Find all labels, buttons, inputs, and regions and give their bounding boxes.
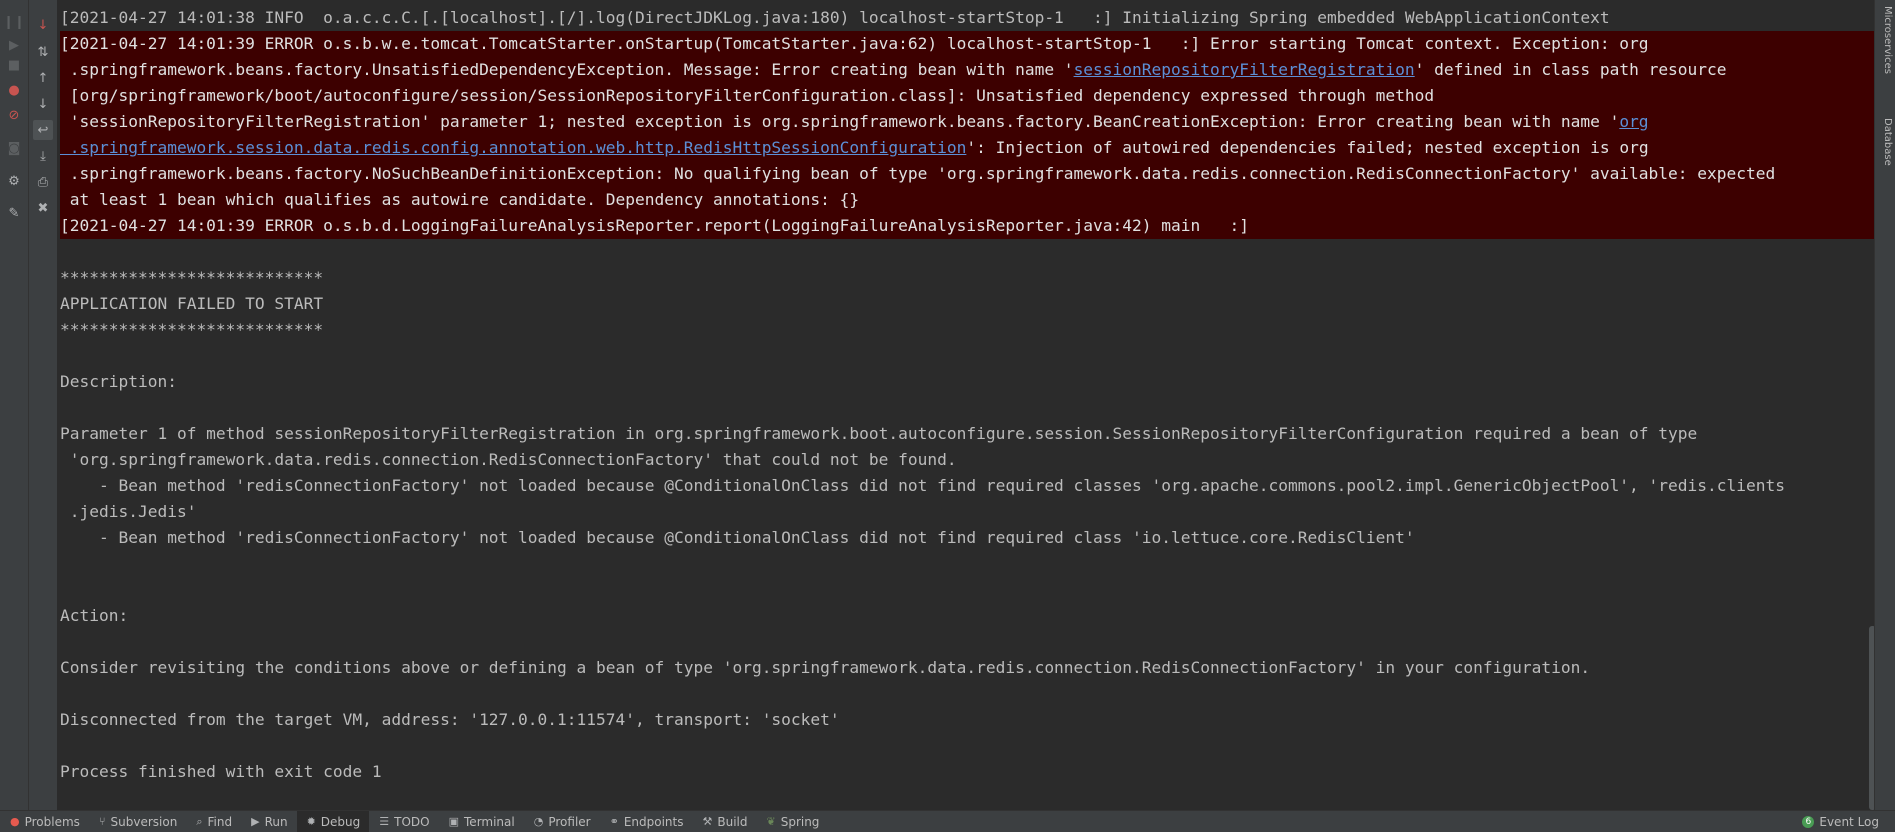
description-label: Description: [60,372,177,391]
disconnect-message: Disconnected from the target VM, address… [60,710,840,729]
spring-leaf-icon: ❦ [766,815,776,828]
hammer-icon: ⚒ [702,815,713,828]
stars-line: *************************** [60,268,324,287]
tab-database[interactable]: Database [1882,118,1893,166]
tab-todo[interactable]: ☰ TODO [369,811,438,832]
clear-all-icon[interactable]: ✖ [33,198,53,218]
description-text: Parameter 1 of method sessionRepositoryF… [60,424,1698,443]
bean-method-note: - Bean method 'redisConnectionFactory' n… [60,476,1785,495]
pin-tab-icon[interactable]: ✎ [4,203,24,223]
error-block-tomcat: [2021-04-27 14:01:39 ERROR o.s.b.w.e.tom… [60,31,1875,239]
log-line-error-cont: 'sessionRepositoryFilterRegistration' pa… [60,112,1649,131]
log-line-error-cont: [org/springframework/boot/autoconfigure/… [60,86,1435,105]
soft-wrap-icon[interactable]: ↩ [33,120,53,140]
tab-subversion[interactable]: ⑂ Subversion [89,811,186,832]
run-icon: ▶ [251,815,260,828]
log-line-error-cont: at least 1 bean which qualifies as autow… [60,190,860,209]
scroll-to-end-icon[interactable]: ⤓ [33,146,53,166]
terminal-icon: ▣ [448,815,460,828]
right-tool-strip: Microservices Database [1874,0,1895,810]
tab-microservices[interactable]: Microservices [1882,6,1893,74]
get-thread-dump-icon[interactable]: ◙ [4,138,24,158]
debug-toolbar-primary: ❙❙ ▶ ■ ● ⊘ ◙ ⚙ ✎ [0,0,29,810]
search-icon: ⌕ [196,814,203,828]
class-link[interactable]: sessionRepositoryFilterRegistration [1074,60,1415,79]
action-text: Consider revisiting the conditions above… [60,658,1591,677]
endpoints-icon: ⚭ [609,815,619,828]
tab-build[interactable]: ⚒ Build [692,811,756,832]
class-link[interactable]: org [1619,112,1648,131]
bean-method-note: .jedis.Jedis' [60,502,197,521]
tab-endpoints[interactable]: ⚭ Endpoints [600,811,693,832]
tab-debug[interactable]: ✹ Debug [296,811,370,832]
tab-terminal[interactable]: ▣ Terminal [439,811,524,832]
console-output[interactable]: [2021-04-27 14:01:38 INFO o.a.c.c.C.[.[l… [60,0,1875,810]
stop-icon[interactable]: ■ [4,55,24,75]
stars-line: *************************** [60,320,324,339]
tab-problems[interactable]: ● Problems [0,811,89,832]
log-line-info: [2021-04-27 14:01:38 INFO o.a.c.c.C.[.[l… [60,8,1610,27]
log-line-error-cont: .springframework.beans.factory.NoSuchBea… [60,164,1776,183]
action-label: Action: [60,606,129,625]
view-breakpoints-icon[interactable]: ● [4,80,24,100]
profiler-icon: ◔ [533,815,544,828]
tab-find[interactable]: ⌕ Find [186,811,241,832]
tab-event-log[interactable]: 6 Event Log [1802,811,1879,832]
tab-run[interactable]: ▶ Run [241,811,296,832]
description-text: 'org.springframework.data.redis.connecti… [60,450,957,469]
class-link[interactable]: .springframework.session.data.redis.conf… [60,138,967,157]
print-icon[interactable]: ⎙ [33,172,53,192]
log-line-error-cont: .springframework.beans.factory.Unsatisfi… [60,60,1727,79]
log-line-error: [2021-04-27 14:01:39 ERROR o.s.b.d.Loggi… [60,216,1249,235]
rerun-icon[interactable]: ❙❙ [3,12,25,32]
step-down-icon[interactable]: ↓ [33,15,53,35]
tool-window-bar: ● Problems ⑂ Subversion ⌕ Find ▶ Run ✹ Debug … [0,810,1895,832]
bean-method-note: - Bean method 'redisConnectionFactory' n… [60,528,1415,547]
log-line-error-cont: .springframework.session.data.redis.conf… [60,138,1649,157]
down-icon[interactable]: ↓ [33,94,53,114]
event-count-badge: 6 [1802,815,1815,828]
failure-heading: APPLICATION FAILED TO START [60,294,324,313]
tab-spring[interactable]: ❦ Spring [756,811,828,832]
console-toolbar: ↓ ⇅ ↑ ↓ ↩ ⤓ ⎙ ✖ [29,0,58,810]
sort-icon[interactable]: ⇅ [33,42,53,62]
log-line-error: [2021-04-27 14:01:39 ERROR o.s.b.w.e.tom… [60,34,1649,53]
error-circle-icon: ● [10,815,20,828]
list-icon: ☰ [379,815,390,828]
settings-icon[interactable]: ⚙ [4,171,24,191]
vcs-branch-icon: ⑂ [98,815,106,828]
mute-breakpoints-icon[interactable]: ⊘ [4,105,24,125]
exit-code-message: Process finished with exit code 1 [60,762,382,781]
bug-icon: ✹ [306,815,316,828]
resume-icon[interactable]: ▶ [4,35,24,55]
up-icon[interactable]: ↑ [33,68,53,88]
tab-profiler[interactable]: ◔ Profiler [524,811,600,832]
